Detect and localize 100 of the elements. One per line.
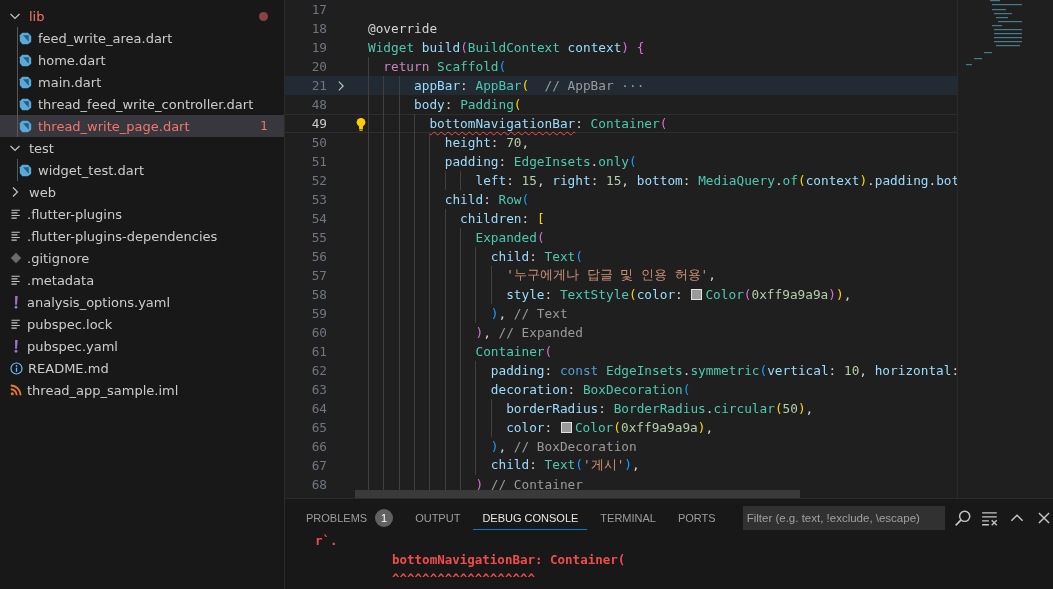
- lightbulb-icon[interactable]: [355, 116, 367, 131]
- code-text: '누구에게나 답글 및 인용 허용',: [506, 267, 716, 284]
- code-text: ), // Text: [490, 306, 568, 321]
- code-text: ), // Expanded: [475, 325, 583, 340]
- code-text: return Scaffold(: [383, 59, 507, 74]
- code-text: bottomNavigationBar: Container(: [429, 116, 668, 131]
- code-text: decoration: BoxDecoration(: [490, 382, 691, 397]
- panel-tab[interactable]: TERMINAL: [591, 506, 665, 530]
- line-number: 54: [310, 211, 327, 226]
- tree-item[interactable]: lib: [0, 5, 284, 27]
- tree-item[interactable]: widget_test.dart: [0, 159, 284, 181]
- tree-item[interactable]: pubspec.lock: [0, 313, 284, 335]
- line-number: 61: [310, 344, 327, 359]
- line-number: 65: [310, 420, 327, 435]
- panel-tab[interactable]: DEBUG CONSOLE: [473, 506, 588, 530]
- tree-item[interactable]: .flutter-plugins-dependencies: [0, 225, 284, 247]
- color-swatch[interactable]: [691, 289, 703, 300]
- dart-file-icon: [19, 31, 32, 45]
- line-number: 18: [310, 21, 327, 36]
- dart-file-icon: [19, 75, 32, 89]
- code-text: Container(: [475, 344, 553, 359]
- rss-icon: [10, 384, 22, 396]
- line-number: 63: [310, 382, 327, 397]
- text-file-icon: [10, 318, 22, 330]
- code-text: children: [: [460, 211, 545, 226]
- problem-count: 1: [375, 509, 394, 527]
- line-number: 64: [310, 401, 327, 416]
- line-number: 53: [310, 192, 327, 207]
- code-text: body: Padding(: [414, 97, 522, 112]
- line-number: 19: [310, 40, 327, 55]
- code-text: Color(0xff9a9a9a)),: [705, 287, 852, 302]
- line-number: 67: [310, 458, 327, 473]
- code-text: color:: [506, 420, 554, 435]
- line-number: 55: [310, 230, 327, 245]
- line-number: 60: [310, 325, 327, 340]
- text-file-icon: [10, 274, 22, 286]
- filter-field[interactable]: Filter (e.g. text, !exclude, \escape): [742, 506, 945, 530]
- tree-item[interactable]: pubspec.yaml: [0, 335, 284, 357]
- diamond-icon: [10, 252, 22, 264]
- console-line: r`.: [314, 532, 339, 550]
- error-dot: [259, 11, 268, 21]
- dart-file-icon: [19, 53, 32, 67]
- code-text: borderRadius: BorderRadius.circular(50),: [506, 401, 814, 416]
- panel-tab[interactable]: PROBLEMS 1: [297, 506, 403, 530]
- code-text: Color(0xff9a9a9a),: [574, 420, 714, 435]
- line-number: 58: [310, 287, 327, 302]
- line-number: 51: [310, 154, 327, 169]
- line-number: 50: [310, 135, 327, 150]
- text-file-icon: [10, 208, 22, 220]
- line-number: 17: [310, 2, 327, 17]
- line-number: 57: [310, 268, 327, 283]
- tree-item[interactable]: .metadata: [0, 269, 284, 291]
- line-number: 21: [310, 78, 327, 93]
- console-line: bottomNavigationBar: Container(: [391, 551, 627, 569]
- tree-item[interactable]: main.dart: [0, 71, 284, 93]
- search-icon[interactable]: [954, 509, 972, 527]
- tree-item[interactable]: feed_write_area.dart: [0, 27, 284, 49]
- problem-count: 1: [260, 119, 268, 133]
- tree-item[interactable]: thread_app_sample.iml: [0, 379, 284, 401]
- code-text: child: Text('게시'),: [490, 457, 640, 474]
- dart-file-icon: [19, 97, 32, 111]
- dart-file-icon: [19, 163, 32, 177]
- code-text: Widget build(BuildContext context) {: [368, 40, 645, 55]
- code-text: height: 70,: [444, 135, 530, 150]
- line-number: 56: [310, 249, 327, 264]
- code-text: Expanded(: [475, 230, 545, 245]
- tree-item[interactable]: analysis_options.yaml: [0, 291, 284, 313]
- code-text: child: Row(: [444, 192, 530, 207]
- tree-item[interactable]: README.md: [0, 357, 284, 379]
- horizontal-scrollbar[interactable]: [355, 490, 800, 498]
- line-number: 20: [310, 59, 327, 74]
- code-text: ), // BoxDecoration: [490, 439, 637, 454]
- code-text: @override: [368, 21, 438, 36]
- color-swatch[interactable]: [560, 422, 572, 433]
- line-number: 68: [310, 477, 327, 492]
- panel-tab[interactable]: PORTS: [668, 506, 725, 530]
- dart-file-icon: [19, 119, 32, 133]
- line-number: 66: [310, 439, 327, 454]
- code-text: padding: const EdgeInsets.symmetric(vertical: 10, horizontal:: [490, 363, 957, 378]
- line-number: 59: [310, 306, 327, 321]
- text-file-icon: [10, 230, 22, 242]
- tree-item[interactable]: web: [0, 181, 284, 203]
- console-line: ^^^^^^^^^^^^^^^^^^^: [391, 570, 536, 588]
- tree-item[interactable]: .gitignore: [0, 247, 284, 269]
- tree-item[interactable]: home.dart: [0, 49, 284, 71]
- code-text: padding: EdgeInsets.only(: [444, 154, 637, 169]
- line-number: 52: [310, 173, 327, 188]
- line-number: 62: [310, 363, 327, 378]
- tree-item[interactable]: thread_write_page.dart 1: [0, 115, 284, 137]
- tree-item[interactable]: .flutter-plugins: [0, 203, 284, 225]
- close-icon[interactable]: [1035, 509, 1053, 527]
- tree-item[interactable]: test: [0, 137, 284, 159]
- line-number: 48: [310, 97, 327, 112]
- tree-item[interactable]: thread_feed_write_controller.dart: [0, 93, 284, 115]
- panel-tab[interactable]: OUTPUT: [406, 506, 470, 530]
- code-text: child: Text(: [490, 249, 583, 264]
- clear-list-icon[interactable]: [981, 509, 999, 527]
- line-number: 49: [310, 116, 327, 131]
- info-icon: [10, 361, 23, 375]
- code-text: style: TextStyle(color:: [506, 287, 684, 302]
